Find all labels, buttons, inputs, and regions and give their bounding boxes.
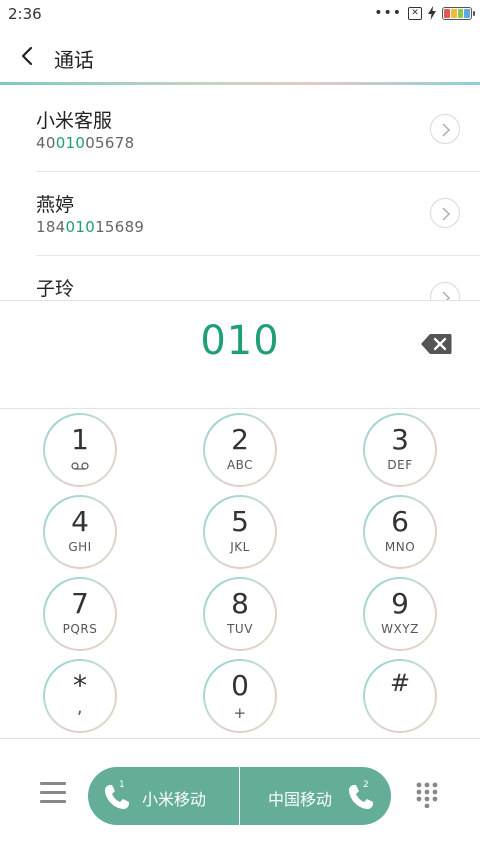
contact-detail-button[interactable] — [430, 198, 460, 228]
key-digit: 4 — [71, 505, 89, 538]
contact-name: 小米客服 — [36, 110, 113, 132]
key-digit: 8 — [231, 587, 249, 620]
contact-name: 子玲 — [36, 278, 75, 300]
key-digit: 9 — [391, 587, 409, 620]
key-star[interactable]: * , — [43, 659, 117, 733]
battery-segment — [464, 8, 470, 18]
contact-results-list: 小米客服 4001005678 燕婷 18401015689 子玲 — [0, 88, 480, 300]
key-letters: WXYZ — [381, 622, 419, 636]
key-digit: 1 — [71, 423, 89, 456]
page-title: 通话 — [54, 48, 94, 72]
key-1[interactable]: 1 — [43, 413, 117, 487]
key-2[interactable]: 2 ABC — [203, 413, 277, 487]
menu-icon-bar — [40, 782, 66, 785]
contact-result-row[interactable]: 燕婷 18401015689 — [0, 172, 480, 256]
key-letters: ABC — [226, 458, 254, 472]
phone-icon — [105, 785, 129, 809]
number-match: 010 — [65, 218, 96, 236]
header-accent-line — [0, 82, 480, 85]
battery-segment — [450, 8, 457, 18]
key-7[interactable]: 7 PQRS — [43, 577, 117, 651]
key-letters: PQRS — [62, 622, 98, 636]
key-digit: 2 — [231, 423, 249, 456]
key-letters: TUV — [227, 622, 253, 636]
dialed-number: 010 — [200, 318, 280, 364]
key-digit: 5 — [231, 505, 249, 538]
phone-icon — [349, 785, 373, 809]
key-8[interactable]: 8 TUV — [203, 577, 277, 651]
key-4[interactable]: 4 GHI — [43, 495, 117, 569]
call-sim1-button[interactable]: 1 小米移动 — [88, 767, 239, 825]
call-button-group: 1 小米移动 中国移动 2 — [88, 767, 391, 825]
chevron-right-icon — [442, 123, 450, 137]
key-3[interactable]: 3 DEF — [363, 413, 437, 487]
key-digit: 3 — [391, 423, 409, 456]
number-match: 010 — [55, 134, 86, 152]
status-bar: 2:36 ••• ✕ — [0, 0, 480, 28]
divider — [0, 300, 480, 301]
contact-detail-button[interactable] — [430, 282, 460, 300]
number-prefix: 184 — [36, 218, 66, 236]
menu-button[interactable] — [40, 782, 66, 806]
charging-icon — [428, 6, 436, 20]
number-suffix: 15689 — [95, 218, 145, 236]
key-letters: + — [233, 704, 247, 722]
divider — [0, 408, 480, 409]
contact-result-row[interactable]: 子玲 — [0, 256, 480, 300]
status-time: 2:36 — [8, 5, 42, 23]
key-letters: JKL — [230, 540, 250, 554]
sim2-badge: 2 — [363, 780, 369, 790]
sim1-label: 小米移动 — [142, 790, 207, 809]
number-prefix: 40 — [36, 134, 56, 152]
key-letters: GHI — [68, 540, 92, 554]
key-letters: MNO — [384, 540, 416, 554]
contact-detail-button[interactable] — [430, 114, 460, 144]
sim1-badge: 1 — [119, 780, 125, 790]
key-digit: # — [389, 669, 411, 697]
menu-icon-bar — [40, 791, 66, 794]
key-digit: 7 — [71, 587, 89, 620]
contact-result-row[interactable]: 小米客服 4001005678 — [0, 88, 480, 172]
more-dots-icon: ••• — [374, 5, 402, 21]
key-0[interactable]: 0 + — [203, 659, 277, 733]
sim2-label: 中国移动 — [268, 790, 333, 809]
key-6[interactable]: 6 MNO — [363, 495, 437, 569]
menu-icon-bar — [40, 800, 66, 803]
divider — [0, 738, 480, 739]
battery-icon — [442, 6, 475, 20]
contact-number: 18401015689 — [36, 218, 144, 236]
chevron-right-icon — [442, 291, 450, 300]
backspace-icon[interactable] — [420, 333, 452, 355]
contact-name: 燕婷 — [36, 194, 75, 216]
sim-icon: ✕ — [408, 6, 422, 20]
contact-number: 4001005678 — [36, 134, 134, 152]
key-9[interactable]: 9 WXYZ — [363, 577, 437, 651]
status-icons: ••• ✕ — [374, 5, 475, 21]
number-suffix: 05678 — [85, 134, 135, 152]
key-letters: , — [76, 697, 84, 718]
call-sim2-button[interactable]: 中国移动 2 — [240, 767, 391, 825]
back-arrow-icon[interactable] — [18, 46, 38, 66]
header: 通话 — [0, 28, 480, 84]
keypad-toggle-icon[interactable] — [416, 782, 438, 808]
chevron-right-icon — [442, 207, 450, 221]
battery-segment — [457, 8, 464, 18]
key-letters: DEF — [387, 458, 413, 472]
key-digit: 6 — [391, 505, 409, 538]
key-5[interactable]: 5 JKL — [203, 495, 277, 569]
battery-segment — [444, 8, 450, 18]
key-digit: 0 — [231, 669, 249, 702]
key-hash[interactable]: # — [363, 659, 437, 733]
voicemail-icon — [71, 462, 89, 470]
